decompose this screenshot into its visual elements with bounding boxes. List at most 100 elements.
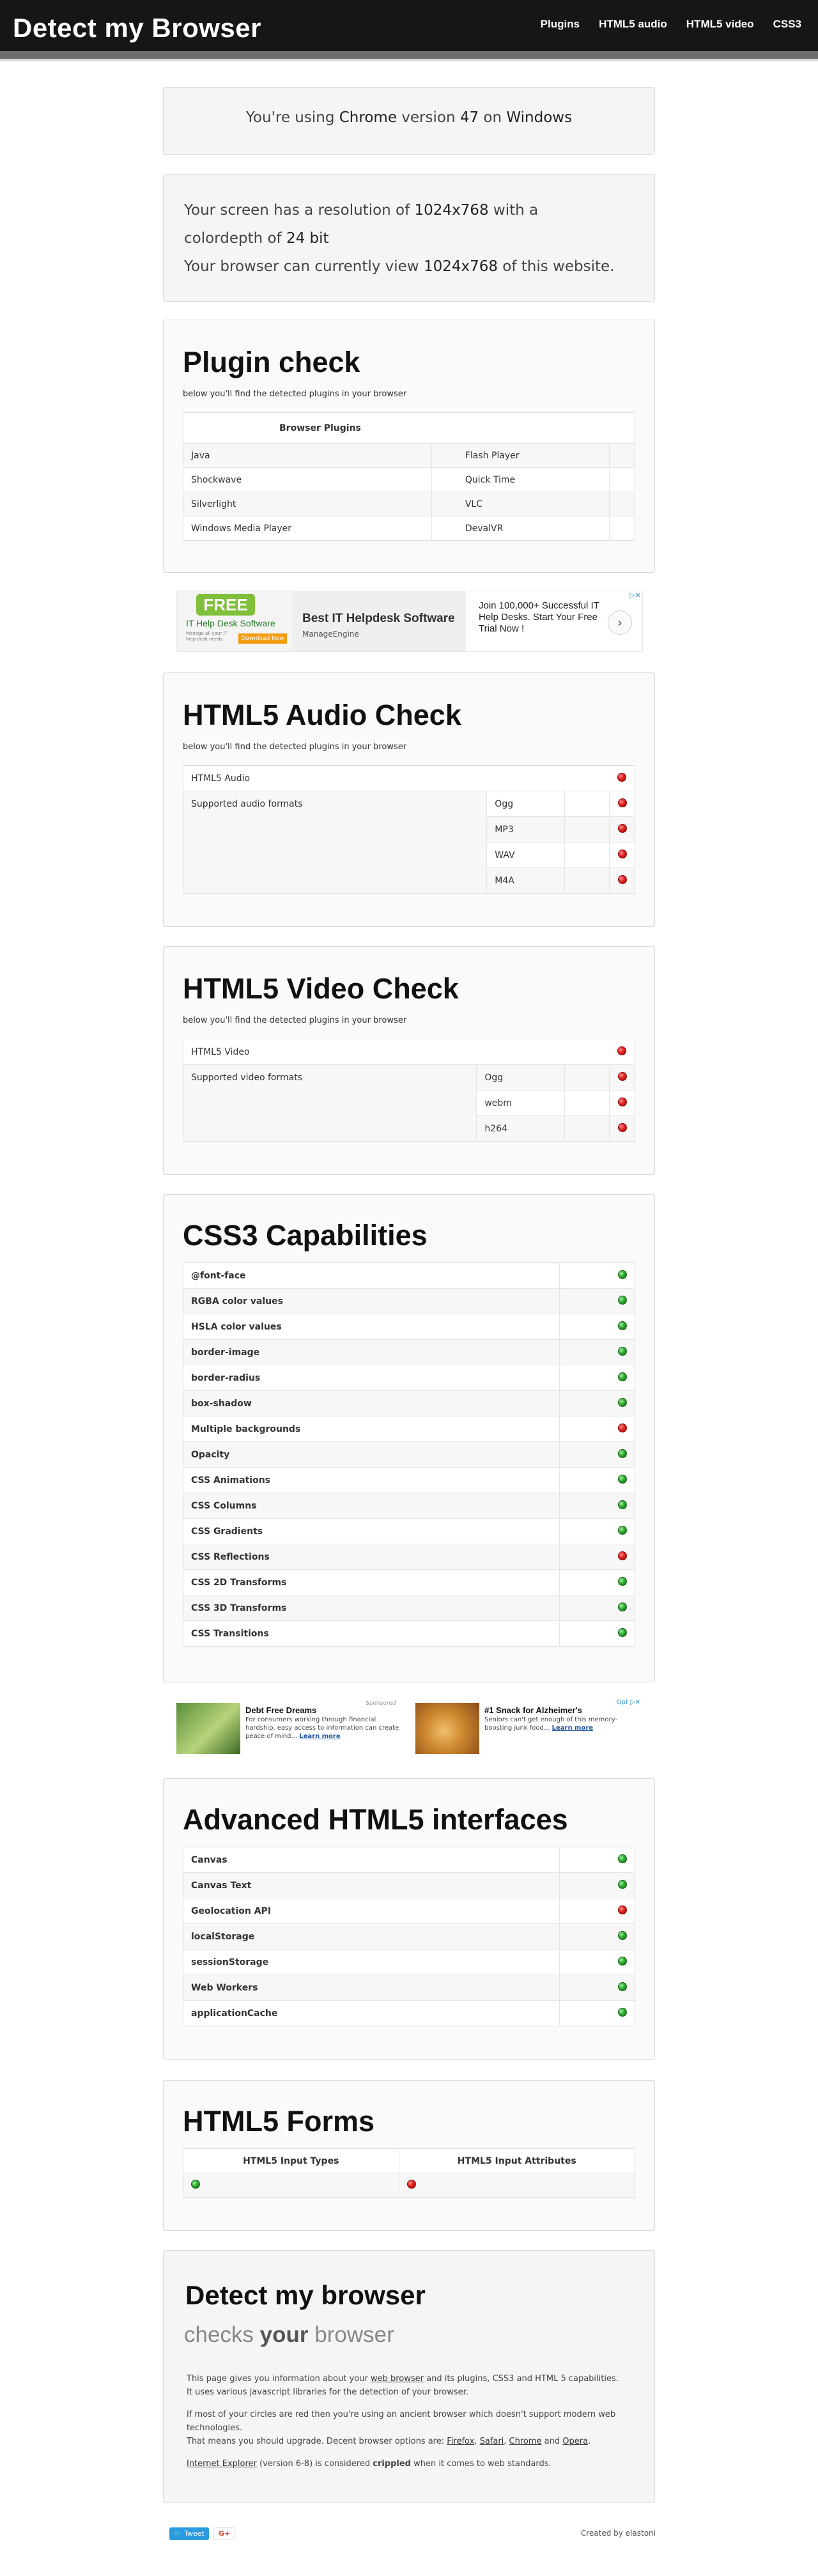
ad-title-panel: Best IT Helpdesk Software ManageEngine [292, 591, 466, 651]
about-link-web-browser[interactable]: web browser [371, 2374, 424, 2384]
brand-title[interactable]: Detect my Browser [13, 13, 261, 43]
audio-table: HTML5 Audio Supported audio formats Ogg … [183, 765, 635, 894]
ad-choices-icon[interactable]: Opt ▷✕ [617, 1699, 640, 1706]
ad-a-learn-more[interactable]: Learn more [299, 1733, 340, 1740]
footer-credit: Created by elastoni [580, 2529, 656, 2538]
ad-download-badge[interactable]: Download Now [238, 633, 287, 644]
audio-check-section: HTML5 Audio Check below you'll find the … [163, 672, 655, 927]
link-safari[interactable]: Safari [480, 2437, 504, 2446]
html5-forms-table: HTML5 Input Types HTML5 Input Attributes [183, 2148, 635, 2198]
plugin-check-subtitle: below you'll find the detected plugins i… [183, 389, 407, 399]
about-paragraph-1: This page gives you information about yo… [187, 2374, 619, 2397]
table-row: border-radius [183, 1365, 635, 1391]
table-row: Canvas [183, 1847, 635, 1873]
video-ogg-status-icon [617, 1071, 627, 1081]
css3-feature-status-icon [618, 1551, 628, 1560]
nav-link-html5-video[interactable]: HTML5 video [686, 18, 754, 31]
plugin-shockwave: Shockwave [183, 467, 432, 492]
about-section: Detect my browser checks your browser Th… [163, 2250, 655, 2503]
html5-interfaces-section: Advanced HTML5 interfaces Canvas Canvas T… [163, 1778, 655, 2060]
video-format-ogg: Ogg [476, 1064, 565, 1090]
html5-interface-label: Web Workers [183, 1975, 560, 2001]
css3-feature-label: CSS 2D Transforms [183, 1569, 560, 1595]
css3-feature-status-icon [618, 1474, 628, 1484]
css3-feature-label: CSS Transitions [183, 1620, 560, 1647]
screen-resolution: 1024x768 [414, 202, 489, 219]
link-internet-explorer[interactable]: Internet Explorer [187, 2459, 257, 2469]
audio-format-ogg: Ogg [486, 791, 565, 817]
css3-feature-status-icon [618, 1423, 628, 1432]
plugin-java: Java [183, 443, 432, 468]
table-row: Canvas Text [183, 1872, 635, 1898]
plugin-wmp: Windows Media Player [183, 516, 432, 541]
css3-feature-status-icon [618, 1295, 628, 1305]
video-webm-status-icon [617, 1097, 627, 1106]
ad-image-man[interactable] [176, 1703, 240, 1754]
ad-image-snack[interactable] [415, 1703, 479, 1754]
table-row: CSS 3D Transforms [183, 1595, 635, 1621]
html5-interface-status-icon [618, 1982, 628, 1991]
link-firefox[interactable]: Firefox [447, 2437, 474, 2446]
ad-a-title[interactable]: Debt Free Dreams [245, 1705, 316, 1715]
ad-advertiser: ManageEngine [302, 630, 359, 639]
css3-feature-status-icon [618, 1372, 628, 1381]
link-chrome[interactable]: Chrome [509, 2437, 542, 2446]
plugin-table: Browser Plugins Java Flash Player Shockw… [183, 412, 635, 541]
ad-sponsored-label: Sponsored [366, 1700, 396, 1707]
ad-logo-tiny: Manage all your IT help desk needs [186, 631, 228, 642]
forms-input-attributes-status-icon [406, 2179, 416, 2189]
css3-feature-label: HSLA color values [183, 1314, 560, 1340]
ad-b-text: Seniors can't get enough of this memory-… [484, 1716, 617, 1732]
html5-interface-status-icon [618, 1930, 628, 1940]
audio-support-label: HTML5 Audio [191, 773, 251, 784]
css3-section: CSS3 Capabilities @font-face RGBA color v… [163, 1194, 655, 1682]
google-plus-button[interactable]: G+ [213, 2527, 235, 2540]
table-row: localStorage [183, 1923, 635, 1950]
ad-banner-helpdesk[interactable]: FREE IT Help Desk Software Manage all yo… [176, 591, 643, 652]
video-check-title: HTML5 Video Check [183, 972, 459, 1005]
css3-feature-status-icon [618, 1448, 628, 1458]
ad-a-text: For consumers working through financial … [245, 1716, 399, 1740]
ad-text: Join 100,000+ Successful IT Help Desks. … [479, 600, 599, 634]
table-row: @font-face [183, 1262, 635, 1289]
about-text: This page gives you information about yo… [187, 2372, 621, 2471]
nav-link-plugins[interactable]: Plugins [541, 18, 580, 31]
about-paragraph-3: That means you should upgrade. Decent br… [187, 2437, 591, 2446]
nav-link-css3[interactable]: CSS3 [773, 18, 801, 31]
link-opera[interactable]: Opera [562, 2437, 588, 2446]
table-row: Shockwave Quick Time [183, 467, 635, 492]
css3-feature-label: CSS Reflections [183, 1544, 560, 1570]
plugin-flash: Flash Player [457, 443, 610, 468]
video-check-subtitle: below you'll find the detected plugins i… [183, 1016, 407, 1025]
css3-feature-status-icon [618, 1321, 628, 1330]
ad-title[interactable]: Best IT Helpdesk Software [302, 612, 455, 626]
video-h264-status-icon [617, 1122, 627, 1132]
css3-feature-status-icon [618, 1397, 628, 1407]
video-format-webm: webm [476, 1090, 565, 1116]
ad-banner-native: Debt Free Dreams For consumers working t… [176, 1699, 643, 1759]
ad-logo-panel: FREE IT Help Desk Software Manage all yo… [177, 591, 292, 651]
css3-feature-status-icon [618, 1525, 628, 1535]
audio-check-subtitle: below you'll find the detected plugins i… [183, 742, 407, 752]
ad-arrow-icon[interactable]: › [608, 610, 632, 635]
about-paragraph-2: If most of your circles are red then you… [187, 2410, 616, 2433]
table-row: HTML5 Video [183, 1039, 635, 1065]
audio-format-mp3: MP3 [486, 816, 565, 842]
ad-b-title[interactable]: #1 Snack for Alzheimer's [484, 1705, 582, 1715]
html5-interface-label: localStorage [183, 1923, 560, 1950]
css3-feature-label: @font-face [191, 1270, 246, 1281]
table-row: CSS Columns [183, 1493, 635, 1519]
table-row: Supported video formats Ogg [183, 1064, 635, 1142]
video-format-h264: h264 [476, 1115, 565, 1142]
plugin-quicktime: Quick Time [457, 467, 610, 492]
html5-interfaces-table: Canvas Canvas Text Geolocation API localSto… [183, 1847, 635, 2026]
table-row: Windows Media Player DevalVR [183, 516, 635, 541]
tweet-button[interactable]: 🐦 Tweet [169, 2527, 209, 2540]
html5-interface-status-icon [618, 1956, 628, 1966]
css3-feature-label: RGBA color values [183, 1288, 560, 1314]
nav-link-html5-audio[interactable]: HTML5 audio [599, 18, 667, 31]
ad-b-learn-more[interactable]: Learn more [552, 1725, 593, 1732]
ad-choices-icon[interactable]: ▷✕ [629, 591, 641, 600]
audio-ogg-status-icon [617, 798, 627, 807]
video-table: HTML5 Video Supported video formats Ogg … [183, 1039, 635, 1142]
